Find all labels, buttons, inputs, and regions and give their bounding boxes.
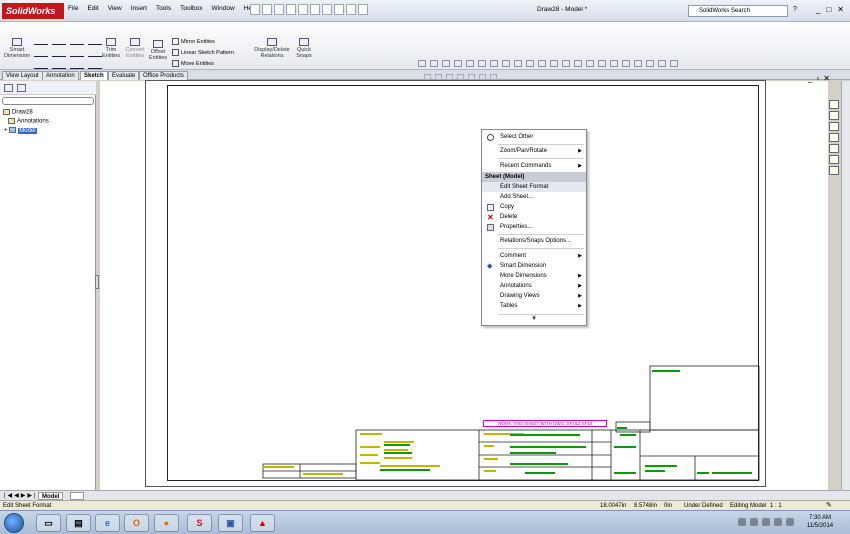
sheet-note: WORK THIS SHEET WITH DWG. SF1&2 SF18	[483, 420, 607, 427]
menu-separator	[498, 234, 584, 235]
title-block	[262, 365, 760, 481]
menu-separator	[498, 144, 584, 145]
select-other-icon	[487, 134, 494, 141]
clock-date: 11/5/2014	[806, 523, 834, 529]
context-menu: Select Other Zoom/Pan/Rotate ▶ Recent Com…	[481, 129, 587, 326]
menu-item-copy[interactable]: Copy	[482, 202, 586, 212]
flag-icon[interactable]	[786, 518, 794, 526]
sheet-tab-bar: |◀◀▶▶| Model	[0, 490, 850, 500]
internet-explorer-taskbar-icon[interactable]: e	[95, 514, 120, 532]
volume-icon[interactable]	[774, 518, 782, 526]
smart-dimension-icon: ◆	[487, 263, 493, 270]
remote-desktop-taskbar-icon[interactable]: ▤	[66, 514, 91, 532]
properties-icon	[487, 224, 494, 231]
tray-arrow-icon[interactable]	[738, 518, 746, 526]
appearances-icon[interactable]	[829, 155, 839, 164]
windows-taskbar: ▭ ▤ e O ● S ▣ ▲ 7:30 AM 11/5/2014	[0, 510, 850, 534]
menu-item-recent-commands[interactable]: Recent Commands ▶	[482, 161, 586, 171]
submenu-arrow-icon: ▶	[578, 253, 582, 259]
menu-item-add-sheet[interactable]: Add Sheet...	[482, 192, 586, 202]
design-library-icon[interactable]	[829, 111, 839, 120]
menu-separator	[498, 158, 584, 159]
view-palette-icon[interactable]	[829, 144, 839, 153]
menu-separator	[498, 248, 584, 249]
menu-item-zoom-pan-rotate[interactable]: Zoom/Pan/Rotate ▶	[482, 146, 586, 156]
clock-time: 7:30 AM	[808, 515, 831, 521]
menu-item-smart-dimension[interactable]: ◆ Smart Dimension	[482, 261, 586, 271]
network-icon[interactable]	[762, 518, 770, 526]
menu-expand-chevron-icon[interactable]: ¥	[482, 316, 586, 322]
menu-item-properties[interactable]: Properties...	[482, 222, 586, 232]
menu-item-delete[interactable]: ✕ Delete	[482, 212, 586, 222]
menu-item-tables[interactable]: Tables ▶	[482, 301, 586, 311]
menu-item-relations-snaps[interactable]: Relations/Snaps Options...	[482, 236, 586, 246]
search-results-icon[interactable]	[829, 133, 839, 142]
custom-properties-icon[interactable]	[829, 166, 839, 175]
add-sheet-icon[interactable]	[70, 492, 84, 500]
menu-item-comment[interactable]: Comment ▶	[482, 251, 586, 261]
firefox-taskbar-icon[interactable]: ●	[154, 514, 179, 532]
copy-icon	[487, 204, 494, 211]
menu-item-drawing-views[interactable]: Drawing Views ▶	[482, 291, 586, 301]
tray-app-icon[interactable]	[750, 518, 758, 526]
explorer-taskbar-icon[interactable]: ▭	[36, 514, 61, 532]
acrobat-taskbar-icon[interactable]: ▲	[250, 514, 275, 532]
start-button[interactable]	[4, 513, 24, 533]
menu-section-header: Sheet (Model)	[482, 172, 586, 182]
submenu-arrow-icon: ▶	[578, 148, 582, 154]
solidworks-taskbar-icon[interactable]: S	[187, 514, 212, 532]
revision-block	[649, 365, 760, 431]
task-pane-bar	[841, 81, 850, 490]
status-bar: Edit Sheet Format 18.0047in 8.5748in 0in…	[0, 500, 850, 510]
menu-item-annotations[interactable]: Annotations ▶	[482, 281, 586, 291]
sheet-tab-model[interactable]: Model	[38, 492, 64, 500]
system-tray	[738, 518, 794, 526]
submenu-arrow-icon: ▶	[578, 163, 582, 169]
menu-item-select-other[interactable]: Select Other	[482, 132, 586, 142]
file-explorer-icon[interactable]	[829, 122, 839, 131]
outlook-taskbar-icon[interactable]: O	[124, 514, 149, 532]
sheet-nav-arrows-icon[interactable]: |◀◀▶▶|	[4, 492, 38, 499]
submenu-arrow-icon: ▶	[578, 273, 582, 279]
submenu-arrow-icon: ▶	[578, 283, 582, 289]
submenu-arrow-icon: ▶	[578, 303, 582, 309]
menu-item-edit-sheet-format[interactable]: Edit Sheet Format	[482, 182, 586, 192]
resources-icon[interactable]	[829, 100, 839, 109]
app-taskbar-icon[interactable]: ▣	[218, 514, 243, 532]
clock[interactable]: 7:30 AM 11/5/2014	[798, 514, 842, 530]
submenu-arrow-icon: ▶	[578, 293, 582, 299]
menu-item-more-dimensions[interactable]: More Dimensions ▶	[482, 271, 586, 281]
menu-separator	[498, 314, 584, 315]
task-pane-tabs	[829, 100, 840, 180]
delete-icon: ✕	[487, 213, 494, 222]
